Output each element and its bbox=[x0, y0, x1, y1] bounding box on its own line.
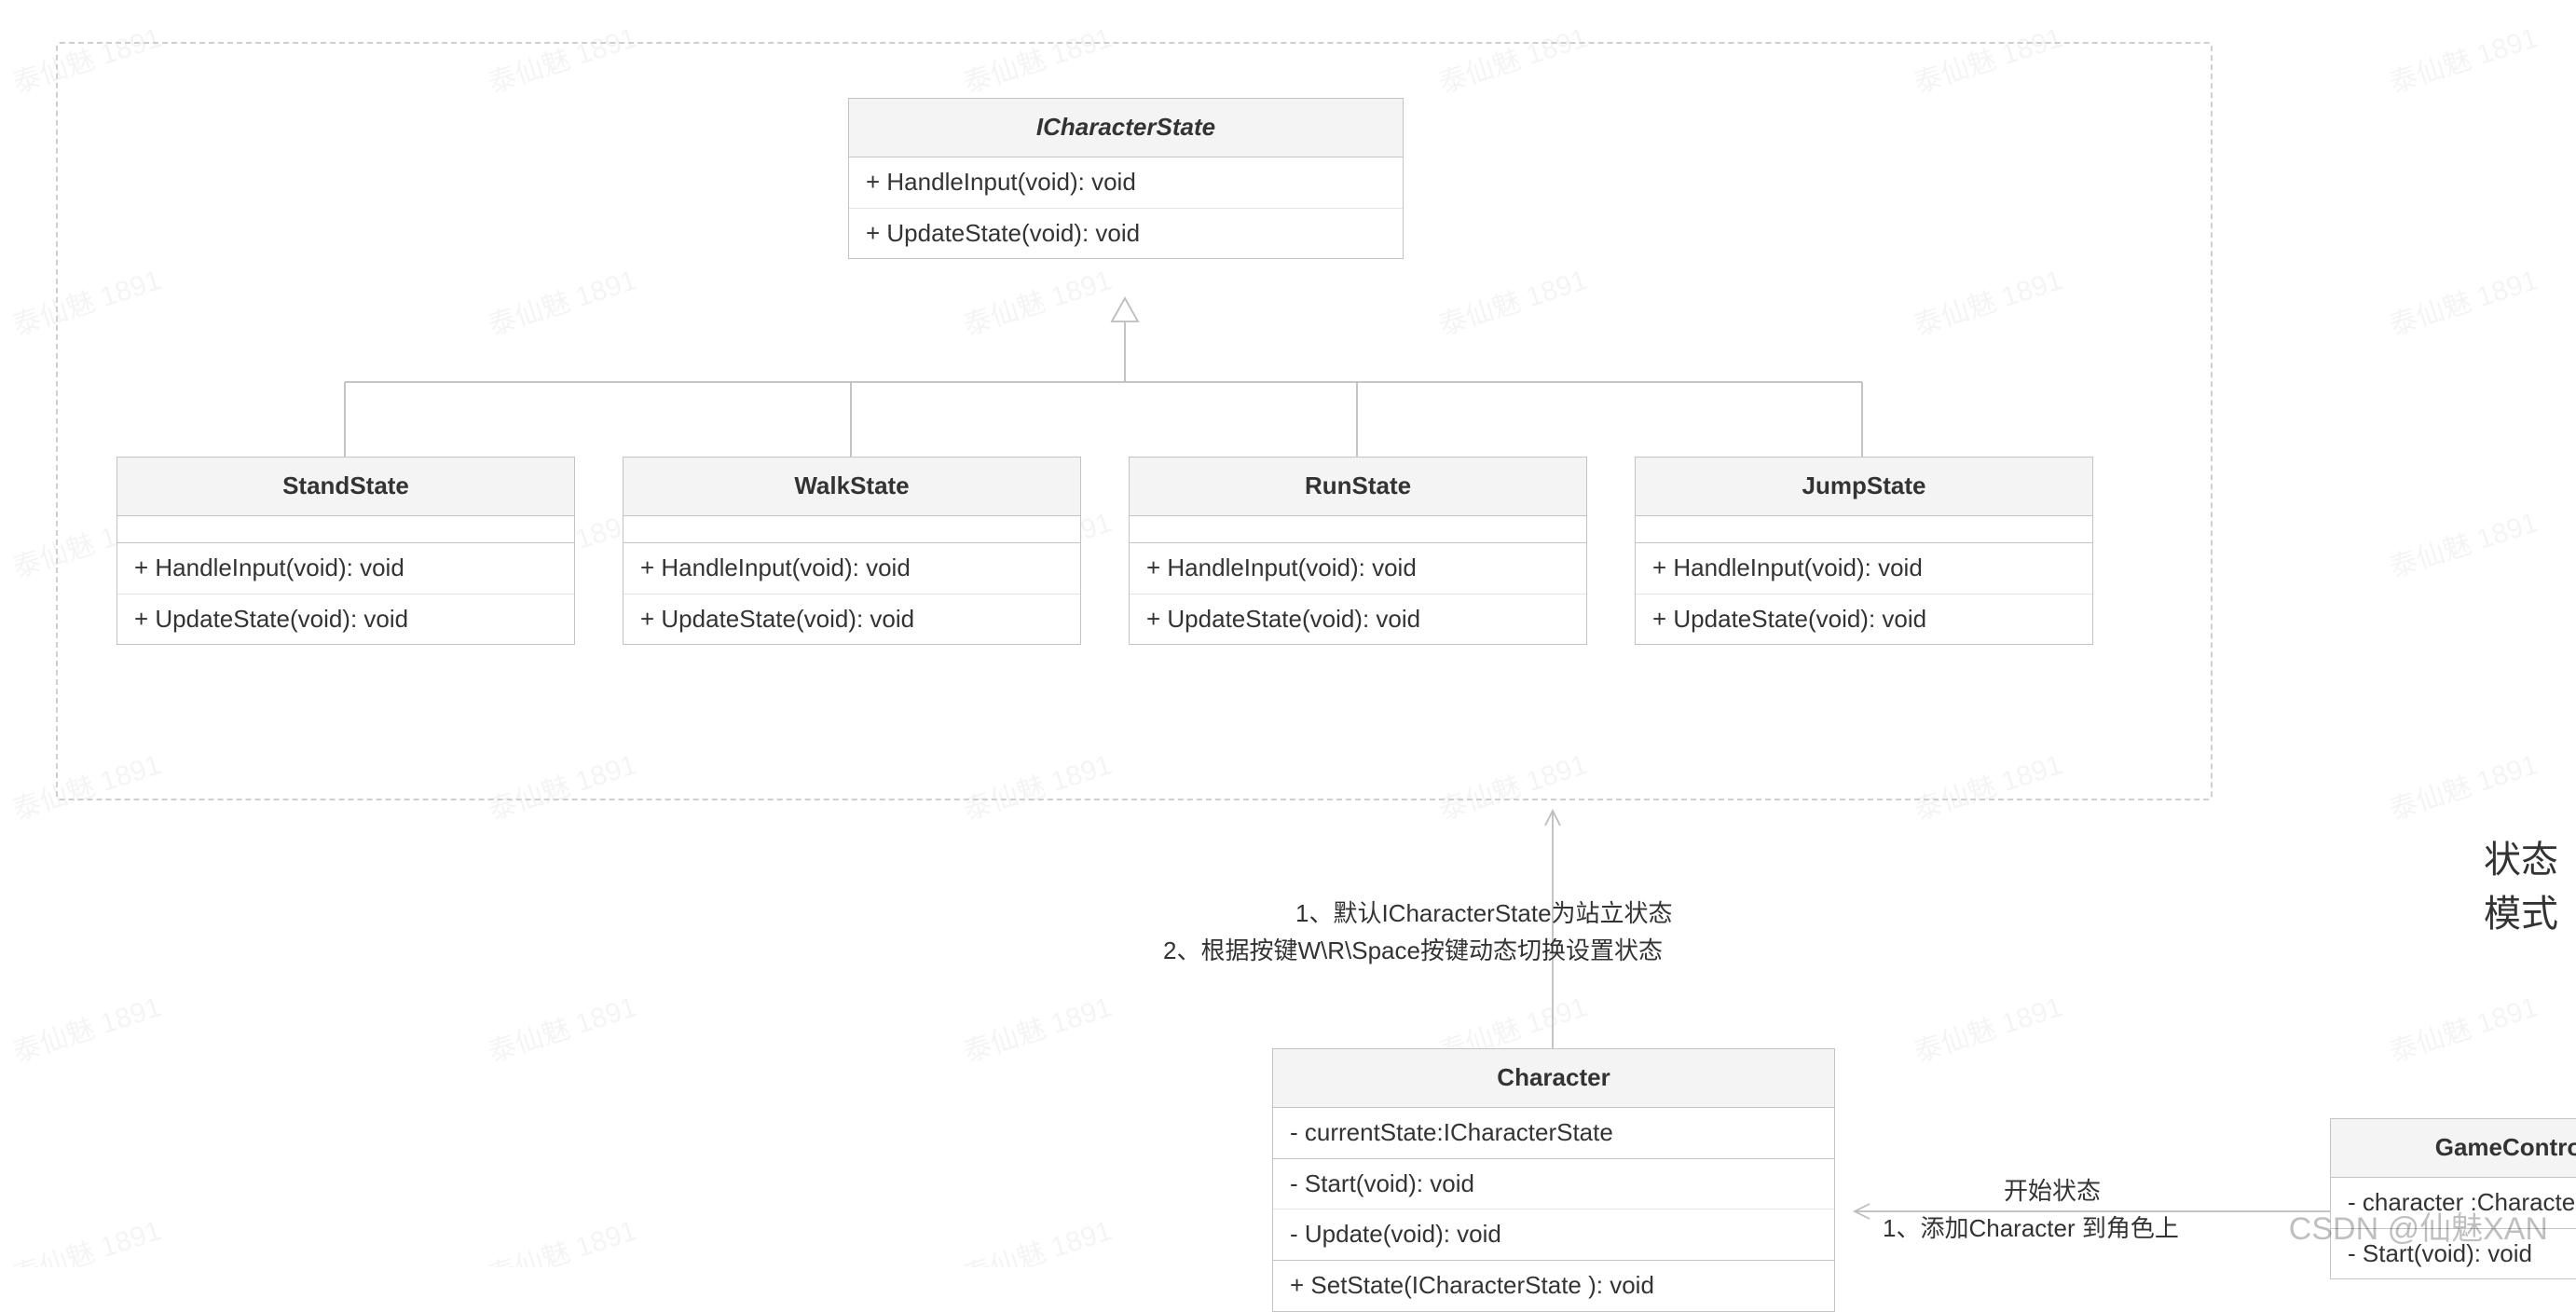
class-runstate: RunState + HandleInput(void): void + Upd… bbox=[1129, 457, 1587, 645]
watermark: 泰仙魅 1891 bbox=[2383, 984, 2542, 1071]
class-method: - Start(void): void bbox=[1273, 1159, 1834, 1210]
class-method: + UpdateState(void): void bbox=[1130, 594, 1586, 645]
class-title: GameController bbox=[2331, 1119, 2576, 1178]
class-title: RunState bbox=[1130, 458, 1586, 516]
class-method: + SetState(ICharacterState ): void bbox=[1273, 1261, 1834, 1311]
class-title: ICharacterState bbox=[849, 99, 1403, 157]
note-character-line2: 2、根据按键W\R\Space按键动态切换设置状态 bbox=[1163, 932, 1663, 966]
class-attr: - currentState:ICharacterState bbox=[1273, 1108, 1834, 1158]
class-title: StandState bbox=[117, 458, 574, 516]
note-character-line1: 1、默认ICharacterState为站立状态 bbox=[1295, 895, 1673, 929]
class-character: Character - currentState:ICharacterState… bbox=[1272, 1048, 1835, 1312]
csdn-watermark: CSDN @仙魅XAN bbox=[2289, 1203, 2548, 1249]
watermark: 泰仙魅 1891 bbox=[2383, 742, 2542, 828]
class-method: + HandleInput(void): void bbox=[623, 543, 1080, 594]
class-gamecontroller: GameController - character :Character - … bbox=[2330, 1118, 2576, 1279]
watermark: 泰仙魅 1891 bbox=[7, 1208, 166, 1267]
class-walkstate: WalkState + HandleInput(void): void + Up… bbox=[623, 457, 1081, 645]
watermark: 泰仙魅 1891 bbox=[957, 984, 1117, 1071]
watermark: 泰仙魅 1891 bbox=[2383, 499, 2542, 586]
watermark: 泰仙魅 1891 bbox=[2383, 15, 2542, 102]
watermark: 泰仙魅 1891 bbox=[2383, 257, 2542, 344]
class-method: + HandleInput(void): void bbox=[849, 157, 1403, 209]
class-method: + UpdateState(void): void bbox=[623, 594, 1080, 645]
watermark: 泰仙魅 1891 bbox=[1908, 984, 2067, 1071]
class-title: JumpState bbox=[1636, 458, 2092, 516]
note-gamecontroller-line1: 开始状态 bbox=[2004, 1172, 2101, 1207]
watermark: 泰仙魅 1891 bbox=[7, 984, 166, 1071]
class-method: + HandleInput(void): void bbox=[117, 543, 574, 594]
class-method: + UpdateState(void): void bbox=[1636, 594, 2092, 645]
watermark: 泰仙魅 1891 bbox=[482, 1208, 641, 1267]
note-gamecontroller-line2: 1、添加Character 到角色上 bbox=[1883, 1210, 2179, 1244]
class-title: WalkState bbox=[623, 458, 1080, 516]
class-title: Character bbox=[1273, 1049, 1834, 1108]
class-standstate: StandState + HandleInput(void): void + U… bbox=[116, 457, 575, 645]
class-method: + HandleInput(void): void bbox=[1636, 543, 2092, 594]
diagram-title: 状态模式 bbox=[2484, 829, 2576, 937]
class-method: - Update(void): void bbox=[1273, 1210, 1834, 1260]
diagram-canvas: 泰仙魅 1891 泰仙魅 1891 泰仙魅 1891 泰仙魅 1891 泰仙魅 … bbox=[0, 0, 2576, 1267]
class-jumpstate: JumpState + HandleInput(void): void + Up… bbox=[1635, 457, 2093, 645]
watermark: 泰仙魅 1891 bbox=[482, 984, 641, 1071]
class-method: + HandleInput(void): void bbox=[1130, 543, 1586, 594]
watermark: 泰仙魅 1891 bbox=[957, 1208, 1117, 1267]
class-method: + UpdateState(void): void bbox=[849, 209, 1403, 259]
class-icharacterstate: ICharacterState + HandleInput(void): voi… bbox=[848, 98, 1404, 259]
class-method: + UpdateState(void): void bbox=[117, 594, 574, 645]
